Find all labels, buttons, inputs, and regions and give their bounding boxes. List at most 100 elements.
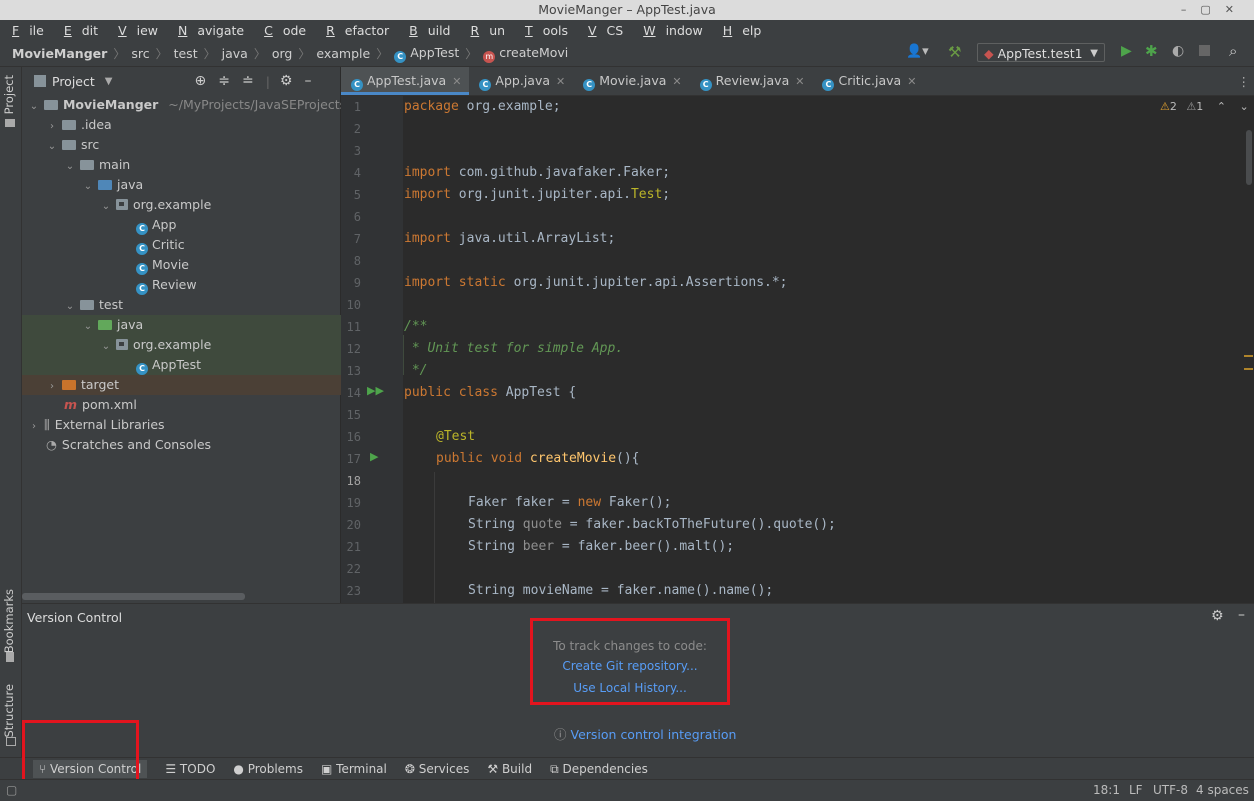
stop-icon[interactable]: [1199, 45, 1210, 56]
gear-icon[interactable]: ⚙: [280, 73, 293, 89]
chevron-down-icon[interactable]: ⌄: [82, 317, 94, 337]
tab-build[interactable]: ⚒ Build: [487, 762, 532, 776]
chevron-right-icon[interactable]: ›: [46, 117, 58, 137]
menu-file[interactable]: File: [6, 23, 48, 38]
gear-icon[interactable]: ⚙: [1211, 608, 1224, 624]
tab-todo[interactable]: ☰ TODO: [165, 762, 215, 776]
breadcrumb-example[interactable]: example: [316, 46, 370, 61]
close-icon[interactable]: ✕: [795, 75, 804, 88]
user-icon[interactable]: 👤▾: [906, 44, 929, 59]
chevron-right-icon[interactable]: ›: [46, 377, 58, 397]
previous-highlight-icon[interactable]: ⌃: [1217, 100, 1226, 113]
warning-stripe[interactable]: [1244, 368, 1253, 370]
collapse-all-icon[interactable]: ≐: [242, 73, 254, 89]
close-icon[interactable]: ✕: [556, 75, 565, 88]
vcs-integration-link[interactable]: Version control integration: [571, 727, 737, 742]
tab-dependencies[interactable]: ⧉ Dependencies: [550, 762, 648, 777]
chevron-down-icon[interactable]: ⌄: [64, 157, 76, 177]
tree-node-src[interactable]: ⌄ src: [22, 135, 364, 155]
breadcrumb-method[interactable]: m createMovi: [483, 45, 568, 63]
menu-tools[interactable]: Tools: [519, 23, 572, 38]
minimize-icon[interactable]: –: [1238, 607, 1245, 623]
package-icon: [115, 339, 128, 350]
warning-stripe[interactable]: [1244, 355, 1253, 357]
chevron-down-icon[interactable]: ⌄: [64, 297, 76, 317]
chevron-right-icon[interactable]: ›: [28, 417, 40, 437]
close-icon[interactable]: ✕: [907, 75, 916, 88]
menu-run[interactable]: Run: [465, 23, 510, 38]
breadcrumb-java[interactable]: java: [222, 46, 248, 61]
chevron-down-icon[interactable]: ⌄: [28, 97, 40, 117]
menu-help[interactable]: Help: [717, 23, 766, 38]
chevron-down-icon[interactable]: ⌄: [100, 197, 112, 217]
close-icon[interactable]: ✕: [672, 75, 681, 88]
menu-build[interactable]: Build: [403, 23, 454, 38]
menu-code[interactable]: Code: [258, 23, 310, 38]
breadcrumb-org[interactable]: org: [272, 46, 293, 61]
code-line-16: @Test: [436, 429, 476, 444]
project-panel-title[interactable]: Project: [52, 74, 95, 89]
horizontal-scrollbar[interactable]: [22, 593, 245, 600]
tab-critic[interactable]: C Critic.java ✕: [812, 67, 924, 95]
close-icon[interactable]: ✕: [452, 75, 461, 88]
tab-movie[interactable]: C Movie.java ✕: [573, 67, 689, 95]
tree-node-main[interactable]: ⌄ main: [22, 155, 382, 175]
breadcrumb-test[interactable]: test: [174, 46, 198, 61]
search-icon[interactable]: ⌕: [1229, 42, 1237, 60]
coverage-icon[interactable]: ◐: [1172, 43, 1184, 59]
tab-apptest[interactable]: C AppTest.java ✕: [341, 67, 470, 95]
tab-review[interactable]: C Review.java ✕: [690, 67, 813, 95]
debug-icon[interactable]: ✱: [1145, 42, 1158, 60]
inspection-widget[interactable]: ⚠2 ⚠1 ⌃ ⌄: [1160, 100, 1249, 113]
breadcrumb-project[interactable]: MovieManger: [12, 46, 107, 61]
breadcrumb-class[interactable]: C AppTest: [394, 45, 459, 63]
menu-view[interactable]: View: [112, 23, 162, 38]
locate-icon[interactable]: ⊕: [194, 73, 206, 89]
breadcrumb-src[interactable]: src: [131, 46, 149, 61]
chevron-down-icon[interactable]: ⌄: [82, 177, 94, 197]
more-tabs-icon[interactable]: ⋮: [1238, 74, 1251, 89]
project-tool-tab[interactable]: Project: [2, 75, 16, 114]
expand-all-icon[interactable]: ≑: [218, 73, 230, 89]
menu-window[interactable]: Window: [637, 23, 707, 38]
run-test-gutter-icon[interactable]: ▶: [370, 450, 378, 463]
vcs-integration-help[interactable]: ⓘ Version control integration: [554, 724, 736, 743]
file-encoding[interactable]: UTF-8: [1153, 783, 1188, 797]
run-configuration-select[interactable]: ◆ AppTest.test1 ▼: [977, 43, 1105, 62]
tab-services[interactable]: ❂ Services: [405, 762, 469, 776]
tree-node-root[interactable]: ⌄ MovieManger ~/MyProjects/JavaSEProject…: [22, 95, 387, 117]
tab-app[interactable]: C App.java ✕: [469, 67, 573, 95]
menu-edit[interactable]: Edit: [58, 23, 102, 38]
toggle-tool-windows-icon[interactable]: ▢: [6, 783, 17, 797]
tree-node-external-libraries[interactable]: › ⫼ External Libraries: [22, 415, 346, 435]
line-number: 22: [346, 562, 361, 576]
indent-setting[interactable]: 4 spaces: [1196, 783, 1249, 797]
create-git-repository-link[interactable]: Create Git repository...: [530, 659, 730, 673]
run-icon[interactable]: ▶: [1121, 43, 1132, 59]
caret-position[interactable]: 18:1: [1093, 783, 1120, 797]
code-editor[interactable]: package org.example; import com.github.j…: [404, 96, 1244, 603]
use-local-history-link[interactable]: Use Local History...: [530, 681, 730, 695]
tree-node-idea[interactable]: › .idea: [22, 115, 364, 135]
tree-node-scratches[interactable]: ◔ Scratches and Consoles: [22, 435, 364, 455]
chevron-down-icon[interactable]: ⌄: [100, 337, 112, 357]
tree-node-test[interactable]: ⌄ test: [22, 295, 382, 315]
run-tests-gutter-icon[interactable]: ▶▶: [367, 384, 384, 397]
menu-navigate[interactable]: Navigate: [172, 23, 248, 38]
structure-tool-tab[interactable]: Structure: [2, 684, 16, 738]
window-controls[interactable]: –▢✕: [1181, 0, 1248, 20]
tree-node-pom[interactable]: m pom.xml: [22, 395, 382, 415]
bookmarks-tool-tab[interactable]: Bookmarks: [2, 589, 16, 653]
editor-scrollbar[interactable]: [1246, 130, 1252, 185]
build-hammer-icon[interactable]: ⚒: [948, 43, 961, 61]
tab-terminal[interactable]: ▣ Terminal: [321, 762, 387, 776]
chevron-down-icon[interactable]: ▼: [105, 76, 113, 87]
next-highlight-icon[interactable]: ⌄: [1239, 100, 1248, 113]
tab-problems[interactable]: ● Problems: [233, 762, 303, 776]
menu-vcs[interactable]: V CS: [582, 23, 627, 38]
chevron-down-icon[interactable]: ⌄: [46, 137, 58, 157]
minimize-icon[interactable]: –: [304, 73, 311, 89]
menu-refactor[interactable]: Refactor: [320, 23, 393, 38]
line-separator[interactable]: LF: [1129, 783, 1143, 797]
tree-node-target[interactable]: › target: [22, 375, 364, 395]
